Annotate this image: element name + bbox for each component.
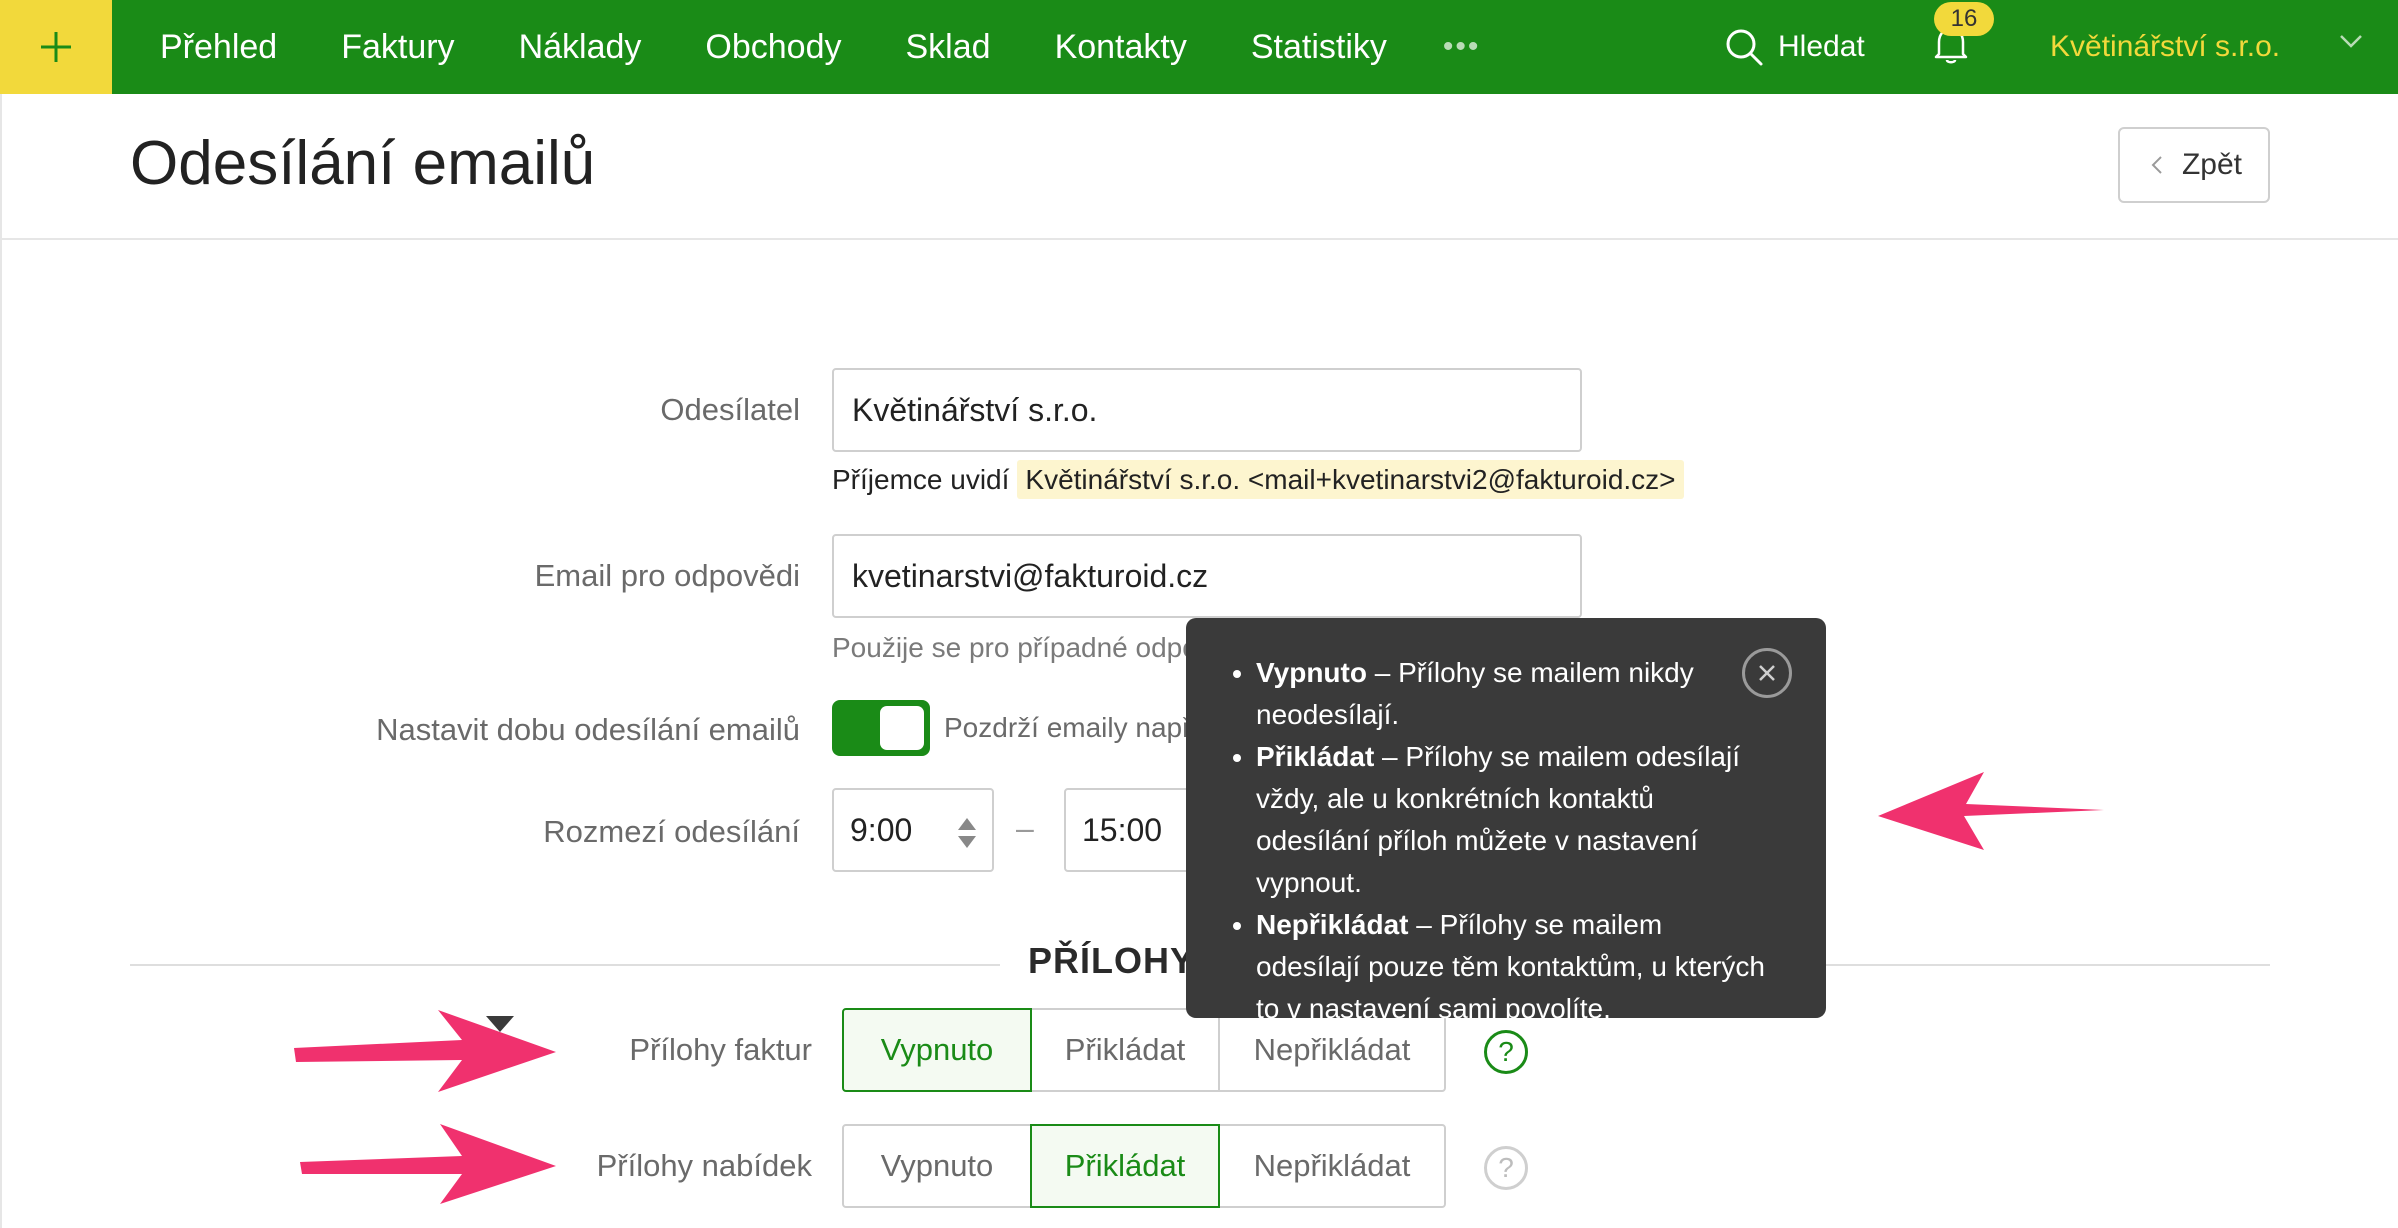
tooltip-term: Přikládat bbox=[1256, 741, 1375, 772]
tooltip-term: Vypnuto bbox=[1256, 657, 1367, 688]
back-button-label: Zpět bbox=[2181, 148, 2243, 181]
sender-preview: Příjemce uvidí Květinářství s.r.o. <mail+… bbox=[832, 460, 1684, 499]
nav-item-kontakty[interactable]: Kontakty bbox=[1055, 28, 1187, 67]
quote-attachments-selector: Vypnuto Přikládat Nepřikládat bbox=[842, 1124, 1446, 1208]
page-title: Odesílání emailů bbox=[130, 129, 596, 198]
annotation-arrow-right-icon bbox=[300, 1124, 556, 1204]
more-menu-icon[interactable]: ••• bbox=[1443, 30, 1481, 64]
toggle-knob bbox=[880, 706, 924, 750]
quote-option-neprikladat[interactable]: Nepřikládat bbox=[1218, 1124, 1446, 1208]
chevron-down-icon[interactable] bbox=[2336, 26, 2366, 56]
top-navigation-bar: Přehled Faktury Náklady Obchody Sklad Ko… bbox=[0, 0, 2398, 94]
header-divider bbox=[0, 238, 2398, 240]
sender-input[interactable]: Květinářství s.r.o. bbox=[832, 368, 1582, 452]
plus-icon bbox=[41, 32, 71, 62]
close-icon bbox=[1759, 665, 1775, 681]
invoice-attachments-label: Přílohy faktur bbox=[629, 1032, 812, 1067]
nav-item-sklad[interactable]: Sklad bbox=[906, 28, 991, 67]
tooltip-list: Vypnuto – Přílohy se mailem nikdy neodes… bbox=[1256, 652, 1766, 1030]
search-button[interactable]: Hledat bbox=[1724, 0, 1865, 94]
range-from-select[interactable]: 9:00 bbox=[832, 788, 994, 872]
tooltip-item-neprikladat: Nepřikládat – Přílohy se mailem odesílaj… bbox=[1256, 904, 1766, 1030]
annotation-arrow-right-icon bbox=[294, 1010, 556, 1092]
search-icon bbox=[1726, 29, 1763, 66]
range-to-value: 15:00 bbox=[1082, 811, 1163, 848]
page-border bbox=[0, 94, 2, 1228]
range-dash: – bbox=[1016, 810, 1034, 846]
quote-option-prikladat[interactable]: Přikládat bbox=[1030, 1124, 1220, 1208]
tooltip-close-button[interactable] bbox=[1742, 648, 1792, 698]
nav-item-obchody[interactable]: Obchody bbox=[705, 28, 841, 67]
tooltip-term: Nepřikládat bbox=[1256, 909, 1409, 940]
tooltip-item-vypnuto: Vypnuto – Přílohy se mailem nikdy neodes… bbox=[1256, 652, 1766, 736]
back-button[interactable]: Zpět bbox=[2118, 127, 2270, 203]
nav-item-prehled[interactable]: Přehled bbox=[160, 28, 277, 67]
chevron-left-icon bbox=[2151, 156, 2162, 174]
search-label: Hledat bbox=[1778, 30, 1865, 63]
invoice-option-vypnuto[interactable]: Vypnuto bbox=[842, 1008, 1032, 1092]
reply-email-input[interactable]: kvetinarstvi@fakturoid.cz bbox=[832, 534, 1582, 618]
range-from-value: 9:00 bbox=[850, 811, 913, 848]
reply-email-label: Email pro odpovědi bbox=[534, 558, 800, 593]
account-switcher[interactable]: Květinářství s.r.o. bbox=[2050, 0, 2280, 94]
create-new-button[interactable] bbox=[0, 0, 112, 94]
quote-attachments-label: Přílohy nabídek bbox=[596, 1148, 812, 1183]
schedule-label: Nastavit dobu odesílání emailů bbox=[376, 712, 800, 747]
nav-item-statistiky[interactable]: Statistiky bbox=[1251, 28, 1387, 67]
invoice-option-prikladat[interactable]: Přikládat bbox=[1030, 1008, 1220, 1092]
nav-item-faktury[interactable]: Faktury bbox=[341, 28, 454, 67]
notification-count-badge: 16 bbox=[1934, 2, 1994, 36]
sender-label: Odesílatel bbox=[660, 392, 800, 427]
sender-preview-prefix: Příjemce uvidí bbox=[832, 464, 1010, 495]
nav-item-naklady[interactable]: Náklady bbox=[519, 28, 642, 67]
annotation-arrow-left-icon bbox=[1878, 772, 2104, 850]
attachments-help-tooltip: Vypnuto – Přílohy se mailem nikdy neodes… bbox=[1186, 618, 1826, 1024]
range-label: Rozmezí odesílání bbox=[543, 814, 800, 849]
schedule-toggle[interactable] bbox=[832, 700, 930, 756]
tooltip-item-prikladat: Přikládat – Přílohy se mailem odesílají … bbox=[1256, 736, 1766, 904]
sender-preview-value: Květinářství s.r.o. <mail+kvetinarstvi2@… bbox=[1017, 460, 1684, 499]
main-nav: Přehled Faktury Náklady Obchody Sklad Ko… bbox=[160, 0, 1480, 94]
invoice-help-icon[interactable]: ? bbox=[1484, 1030, 1528, 1074]
quote-help-icon[interactable]: ? bbox=[1484, 1146, 1528, 1190]
stepper-arrows-icon[interactable] bbox=[956, 816, 978, 850]
quote-option-vypnuto[interactable]: Vypnuto bbox=[842, 1124, 1032, 1208]
